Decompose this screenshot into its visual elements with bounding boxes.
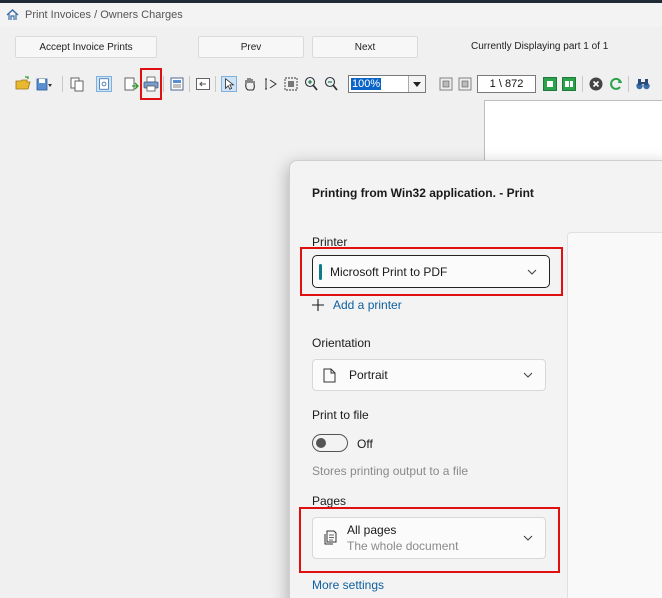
print-icon-highlight (140, 68, 162, 100)
prev-page-icon[interactable] (457, 76, 473, 92)
binoculars-icon[interactable] (635, 76, 651, 92)
next-page-icon[interactable] (542, 76, 558, 92)
add-printer-label: Add a printer (333, 298, 402, 312)
report-toolbar (0, 71, 662, 97)
app-house-icon (6, 9, 19, 20)
pages-select-highlight (299, 507, 560, 573)
refresh-icon[interactable] (608, 76, 624, 92)
print-to-file-state: Off (357, 437, 373, 451)
back-icon[interactable] (195, 76, 211, 92)
text-select-icon[interactable] (263, 76, 279, 92)
orientation-value: Portrait (349, 368, 388, 382)
dialog-title: Printing from Win32 application. - Print (312, 186, 534, 200)
stop-icon[interactable] (588, 76, 604, 92)
printer-select-highlight (300, 247, 563, 296)
export-icon[interactable] (123, 76, 139, 92)
orientation-select[interactable]: Portrait (312, 359, 546, 391)
zoom-value[interactable]: 100% (349, 76, 408, 92)
document-icon (323, 368, 336, 382)
zoom-out-icon[interactable] (323, 76, 339, 92)
select-cursor-icon[interactable] (221, 76, 237, 92)
page-view-icon[interactable] (96, 76, 112, 92)
zoom-select[interactable]: 100% (348, 75, 426, 93)
more-settings-link[interactable]: More settings (312, 578, 384, 592)
open-folder-icon[interactable] (15, 76, 31, 92)
print-to-file-toggle[interactable] (312, 434, 348, 452)
accept-invoice-prints-button[interactable]: Accept Invoice Prints (15, 36, 157, 58)
pages-label: Pages (312, 494, 347, 508)
plus-icon (312, 299, 324, 311)
prev-button[interactable]: Prev (198, 36, 304, 58)
orientation-label: Orientation (312, 336, 371, 350)
save-dropdown-icon[interactable] (36, 76, 52, 92)
print-to-file-label: Print to file (312, 408, 369, 422)
print-preview-pane (567, 232, 662, 598)
action-button-row: Accept Invoice Prints Prev Next Currentl… (0, 36, 662, 60)
hand-pan-icon[interactable] (242, 76, 258, 92)
chevron-down-icon (523, 372, 533, 378)
current-part-status: Currently Displaying part 1 of 1 (471, 41, 609, 52)
page-number-field[interactable]: 1 \ 872 (477, 75, 536, 93)
first-page-icon[interactable] (438, 76, 454, 92)
last-page-icon[interactable] (561, 76, 577, 92)
chevron-down-icon[interactable] (408, 76, 425, 92)
print-to-file-hint: Stores printing output to a file (312, 464, 469, 478)
page-setup-icon[interactable] (169, 76, 185, 92)
toggle-knob (316, 438, 326, 448)
copy-icon[interactable] (69, 76, 85, 92)
window-titlebar: Print Invoices / Owners Charges (0, 3, 662, 27)
next-button[interactable]: Next (312, 36, 418, 58)
add-printer-link[interactable]: Add a printer (312, 298, 402, 312)
zoom-in-icon[interactable] (303, 76, 319, 92)
window-title: Print Invoices / Owners Charges (25, 9, 183, 21)
snapshot-icon[interactable] (283, 76, 299, 92)
